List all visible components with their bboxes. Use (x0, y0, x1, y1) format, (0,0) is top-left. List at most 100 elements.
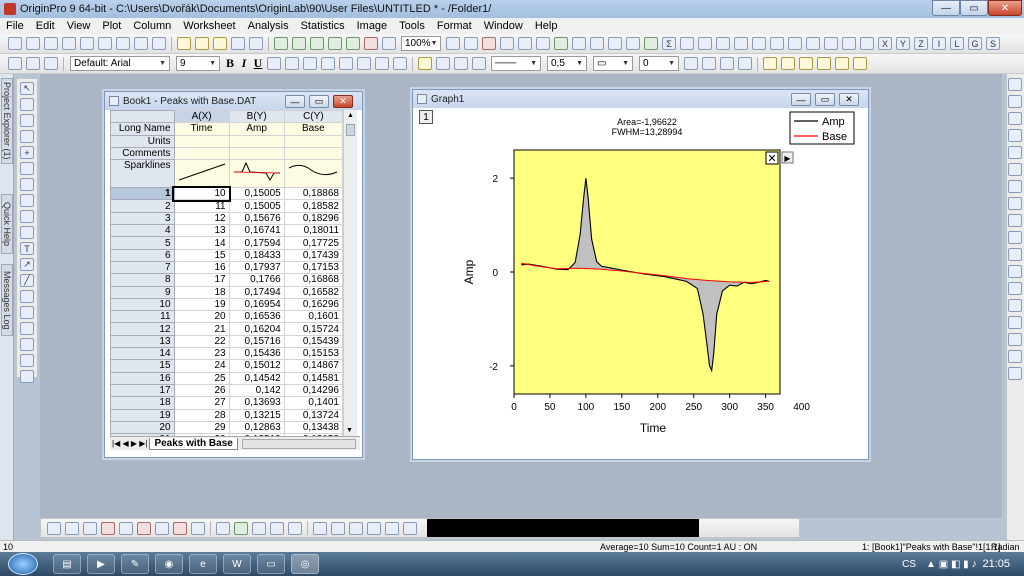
date-time-icon[interactable] (1008, 146, 1022, 159)
data-cell[interactable]: 0,14542 (228, 371, 285, 385)
data-cell[interactable]: 0,1766 (228, 273, 285, 287)
menu-column[interactable]: Column (127, 20, 177, 32)
sort-desc-icon[interactable] (698, 37, 712, 50)
filter-x-icon[interactable] (860, 37, 874, 50)
scroll-down-icon[interactable]: ▼ (346, 427, 353, 434)
layer-icon[interactable] (590, 37, 604, 50)
long-name-b[interactable]: Amp (228, 122, 285, 136)
tray-icons[interactable]: ▲ ▣ ◧ ▮ ♪ (926, 559, 976, 570)
subscript-icon[interactable] (285, 57, 299, 70)
sparkline-b[interactable] (228, 159, 285, 189)
units-cell[interactable] (283, 134, 344, 148)
enlarge-icon[interactable] (1008, 367, 1022, 380)
extract-icon[interactable] (1008, 265, 1022, 278)
y-axis-label[interactable]: Amp (462, 259, 476, 284)
data-cell[interactable]: 25 (173, 371, 230, 385)
fill-color-icon[interactable] (418, 57, 432, 70)
menu-analysis[interactable]: Analysis (242, 20, 295, 32)
chrome-taskbar-icon[interactable]: ◉ (155, 554, 183, 574)
plot-matrix-icon[interactable] (288, 521, 302, 535)
data-cell[interactable]: 0,16741 (228, 224, 285, 238)
graph-maximize-button[interactable]: ▭ (815, 93, 835, 106)
table-row[interactable]: 13 22 0,15716 0,15439 (110, 334, 344, 349)
rescale-x-icon[interactable] (1008, 95, 1022, 108)
sparkline-c[interactable] (283, 159, 344, 189)
row-number[interactable]: 19 (110, 408, 175, 422)
column-header-a[interactable]: A(X) (173, 109, 230, 124)
data-cell[interactable]: 0,16536 (228, 310, 285, 324)
close-icon[interactable]: ✕ (767, 152, 776, 165)
table-row[interactable]: 12 21 0,16204 0,15724 (110, 322, 344, 336)
table-row[interactable]: 5 14 0,17594 0,17725 (110, 236, 344, 250)
group-icon[interactable] (781, 57, 795, 70)
scale-bar-icon[interactable] (1008, 231, 1022, 244)
font-size-select[interactable]: 9 ▼ (176, 56, 220, 71)
tool-taskbar-icon[interactable]: ✎ (121, 554, 149, 574)
plot-linesymbol-icon[interactable] (83, 521, 97, 535)
plot-column-icon[interactable] (788, 37, 802, 50)
crosshair-icon[interactable]: + (20, 146, 34, 159)
row-number[interactable]: 5 (110, 236, 175, 250)
table-row[interactable]: 18 27 0,13693 0,1401 (110, 396, 344, 410)
long-name-c[interactable]: Base (283, 122, 344, 136)
data-cell[interactable]: 0,18433 (228, 248, 285, 262)
data-cell[interactable]: 0,14296 (283, 383, 344, 398)
data-cell[interactable]: 29 (173, 420, 230, 435)
front-icon[interactable] (799, 57, 813, 70)
data-cell[interactable]: 11 (173, 199, 230, 213)
sort-icon[interactable] (716, 37, 730, 50)
cut-icon[interactable] (8, 57, 22, 70)
table-row[interactable]: 17 26 0,142 0,14296 (110, 383, 344, 398)
bold-button[interactable]: B (223, 56, 237, 71)
long-name-a[interactable]: Time (173, 122, 230, 136)
refresh-graph-icon[interactable] (1008, 350, 1022, 363)
line-width-select[interactable]: 0,5 ▼ (547, 56, 587, 71)
row-number[interactable]: 7 (110, 260, 175, 275)
new-legend-icon[interactable] (1008, 214, 1022, 227)
data-cell[interactable]: 19 (173, 297, 230, 312)
data-cell[interactable]: 0,17937 (228, 260, 285, 275)
merge-icon[interactable] (720, 57, 734, 70)
table-row[interactable]: 20 29 0,12863 0,13438 (110, 420, 344, 435)
new-project-icon[interactable] (8, 37, 22, 50)
menu-help[interactable]: Help (529, 20, 564, 32)
plot-area-icon[interactable] (137, 521, 151, 535)
menu-window[interactable]: Window (478, 20, 529, 32)
table-row[interactable]: 16 25 0,14542 0,14581 (110, 371, 344, 385)
horizontal-panel-icon[interactable] (385, 521, 399, 535)
insert-image-icon[interactable] (20, 354, 34, 367)
data-cell[interactable]: 0,15439 (283, 334, 344, 349)
sort-asc-icon[interactable] (680, 37, 694, 50)
data-cell[interactable]: 0,16582 (283, 285, 344, 299)
data-cell[interactable]: 13 (173, 224, 230, 238)
row-number[interactable]: 13 (110, 334, 175, 349)
sigma-icon[interactable]: Σ (662, 37, 676, 50)
menu-statistics[interactable]: Statistics (295, 20, 351, 32)
tab-nav-icon[interactable]: |◀ ◀ ▶ ▶| (110, 439, 149, 448)
subject-column-icon[interactable]: S (986, 37, 1000, 50)
font-select[interactable]: Default: Arial ▼ (70, 56, 170, 71)
table-row[interactable]: 3 12 0,15676 0,18296 (110, 211, 344, 226)
data-cell[interactable]: 24 (173, 359, 230, 373)
arrow-right-icon[interactable]: ▶ (784, 154, 791, 163)
graph-window[interactable]: Graph1 — ▭ ✕ 1 Area=-1,96622 FWHM=13,289… (412, 89, 869, 460)
table-icon[interactable] (702, 57, 716, 70)
data-cell[interactable]: 0,15436 (228, 347, 285, 361)
swap-layer-icon[interactable] (1008, 282, 1022, 295)
zoom-in-icon[interactable] (20, 98, 34, 111)
table-row[interactable]: 8 17 0,1766 0,16868 (110, 273, 344, 287)
graph-minimize-button[interactable]: — (791, 93, 811, 106)
row-number[interactable]: 18 (110, 396, 175, 410)
table-row[interactable]: 2 11 0,15005 0,18582 (110, 199, 344, 213)
back-icon[interactable] (817, 57, 831, 70)
label-column-icon[interactable]: L (950, 37, 964, 50)
menu-image[interactable]: Image (351, 20, 394, 32)
table-row[interactable]: 14 23 0,15436 0,15153 (110, 347, 344, 361)
units-cell[interactable] (228, 134, 285, 148)
units-cell[interactable] (173, 134, 230, 148)
data-cell[interactable]: 0,1601 (283, 310, 344, 324)
row-number[interactable]: 3 (110, 211, 175, 226)
image-icon[interactable] (572, 37, 586, 50)
paste-icon[interactable] (44, 57, 58, 70)
table-row[interactable]: 9 18 0,17494 0,16582 (110, 285, 344, 299)
